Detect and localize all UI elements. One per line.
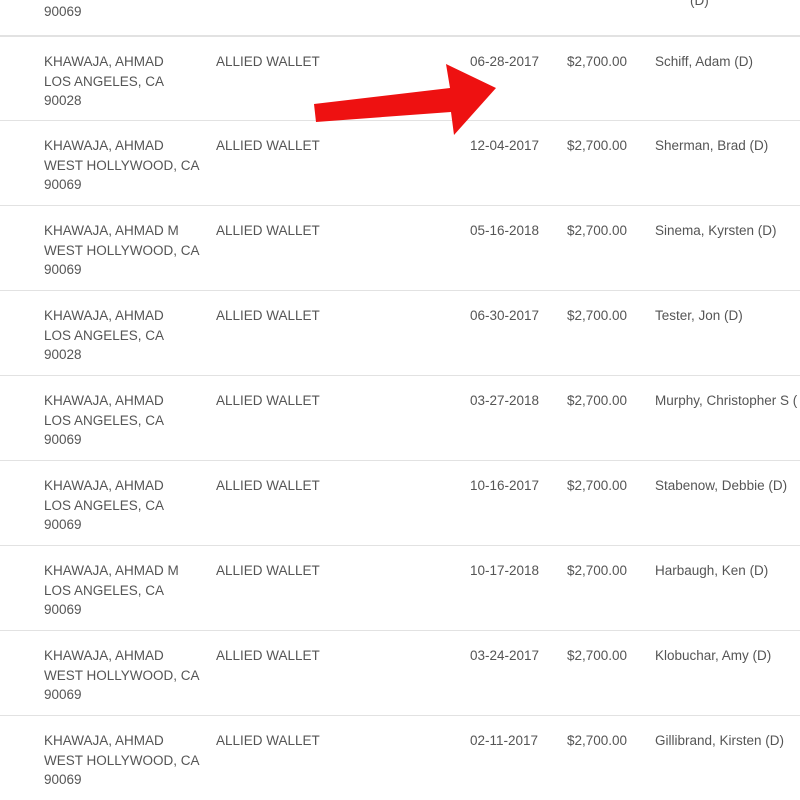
table-row: KHAWAJA, AHMAD LOS ANGELES, CA 90028 ALL… xyxy=(0,291,800,376)
contributor-name: KHAWAJA, AHMAD M xyxy=(44,223,179,238)
recipient-cell[interactable]: Stabenow, Debbie (D) xyxy=(655,476,787,496)
recipient-tail: (D) xyxy=(690,0,709,8)
amount-cell: $2,700.00 xyxy=(567,393,628,408)
contributor-name: KHAWAJA, AHMAD xyxy=(44,393,164,408)
contributor-city: LOS ANGELES, CA xyxy=(44,582,165,598)
contributor-cell: KHAWAJA, AHMAD LOS ANGELES, CA 90069 xyxy=(44,391,164,450)
employer-cell: ALLIED WALLET xyxy=(216,478,320,493)
table-row: KHAWAJA, AHMAD LOS ANGELES, CA 90069 ALL… xyxy=(0,461,800,546)
date-cell: 10-17-2018 xyxy=(470,563,540,578)
contributor-name: KHAWAJA, AHMAD M xyxy=(44,563,179,578)
contributor-cell: KHAWAJA, AHMAD WEST HOLLYWOOD, CA 90069 xyxy=(44,646,200,705)
amount-cell: $2,700.00 xyxy=(567,733,628,748)
date-cell: 03-24-2017 xyxy=(470,648,540,663)
contributor-cell: KHAWAJA, AHMAD WEST HOLLYWOOD, CA 90069 xyxy=(44,731,200,790)
contributor-zip: 90069 xyxy=(44,432,82,447)
recipient-cell[interactable]: Harbaugh, Ken (D) xyxy=(655,561,768,581)
contributor-cell: KHAWAJA, AHMAD M LOS ANGELES, CA 90069 xyxy=(44,561,179,620)
employer-cell: ALLIED WALLET xyxy=(216,223,320,238)
contributor-zip: 90069 xyxy=(44,262,82,277)
employer-cell: ALLIED WALLET xyxy=(216,648,320,663)
contributor-cell: KHAWAJA, AHMAD LOS ANGELES, CA 90028 xyxy=(44,306,164,365)
date-cell: 03-27-2018 xyxy=(470,393,540,408)
contributor-zip: 90028 xyxy=(44,347,82,362)
contributor-name: KHAWAJA, AHMAD xyxy=(44,308,164,323)
amount-cell: $2,700.00 xyxy=(567,648,628,663)
contributions-table: 90069 (D) KHAWAJA, AHMAD LOS ANGELES, CA… xyxy=(0,0,800,800)
amount-cell: $2,700.00 xyxy=(567,308,628,323)
employer-cell: ALLIED WALLET xyxy=(216,563,320,578)
red-arrow-annotation-icon xyxy=(314,64,496,135)
contributor-cell: KHAWAJA, AHMAD WEST HOLLYWOOD, CA 90069 xyxy=(44,136,200,195)
contributor-name: KHAWAJA, AHMAD xyxy=(44,54,164,69)
table-row: KHAWAJA, AHMAD WEST HOLLYWOOD, CA 90069 … xyxy=(0,716,800,800)
contributor-city: WEST HOLLYWOOD, CA xyxy=(44,752,200,768)
table-row: KHAWAJA, AHMAD M LOS ANGELES, CA 90069 A… xyxy=(0,546,800,631)
contributor-name: KHAWAJA, AHMAD xyxy=(44,733,164,748)
contributor-zip: 90069 xyxy=(44,772,82,787)
recipient-cell[interactable]: Sinema, Kyrsten (D) xyxy=(655,221,777,241)
contributor-city: WEST HOLLYWOOD, CA xyxy=(44,667,200,683)
date-cell: 02-11-2017 xyxy=(470,733,539,748)
contributor-zip: 90069 xyxy=(44,687,82,702)
amount-cell: $2,700.00 xyxy=(567,223,628,238)
contributor-city: LOS ANGELES, CA xyxy=(44,497,165,513)
employer-cell: ALLIED WALLET xyxy=(216,308,320,323)
contributor-cell: 90069 xyxy=(44,2,82,22)
arrow-shape xyxy=(314,64,496,135)
amount-cell: $2,700.00 xyxy=(567,478,628,493)
recipient-cell[interactable]: Murphy, Christopher S ( xyxy=(655,391,797,411)
contributor-zip: 90069 xyxy=(44,602,82,617)
recipient-cell[interactable]: Schiff, Adam (D) xyxy=(655,52,753,72)
amount-cell: $2,700.00 xyxy=(567,138,628,153)
contributor-zip: 90069 xyxy=(44,517,82,532)
table-row: KHAWAJA, AHMAD WEST HOLLYWOOD, CA 90069 … xyxy=(0,631,800,716)
contributor-city: WEST HOLLYWOOD, CA xyxy=(44,157,200,173)
contributor-name: KHAWAJA, AHMAD xyxy=(44,478,164,493)
table-row: KHAWAJA, AHMAD LOS ANGELES, CA 90069 ALL… xyxy=(0,376,800,461)
contributor-zip: 90069 xyxy=(44,177,82,192)
employer-cell: ALLIED WALLET xyxy=(216,733,320,748)
date-cell: 10-16-2017 xyxy=(470,478,540,493)
recipient-cell[interactable]: Tester, Jon (D) xyxy=(655,306,743,326)
amount-cell: $2,700.00 xyxy=(567,54,628,69)
contributor-city: LOS ANGELES, CA xyxy=(44,412,165,428)
recipient-cell[interactable]: Sherman, Brad (D) xyxy=(655,136,768,156)
table-row: KHAWAJA, AHMAD M WEST HOLLYWOOD, CA 9006… xyxy=(0,206,800,291)
contributor-name: KHAWAJA, AHMAD xyxy=(44,648,164,663)
recipient-cell[interactable]: Klobuchar, Amy (D) xyxy=(655,646,771,666)
contributor-cell: KHAWAJA, AHMAD M WEST HOLLYWOOD, CA 9006… xyxy=(44,221,200,280)
contributor-city: LOS ANGELES, CA xyxy=(44,327,165,343)
contributor-city: WEST HOLLYWOOD, CA xyxy=(44,242,200,258)
employer-cell: ALLIED WALLET xyxy=(216,393,320,408)
contributor-zip: 90028 xyxy=(44,93,82,108)
contributor-zip: 90069 xyxy=(44,4,82,19)
contributor-name: KHAWAJA, AHMAD xyxy=(44,138,164,153)
contributor-cell: KHAWAJA, AHMAD LOS ANGELES, CA 90028 xyxy=(44,52,164,111)
contributor-city: LOS ANGELES, CA xyxy=(44,73,165,89)
amount-cell: $2,700.00 xyxy=(567,563,628,578)
table-row-partial: 90069 (D) xyxy=(0,0,800,36)
recipient-cell[interactable]: Gillibrand, Kirsten (D) xyxy=(655,731,784,751)
contributor-cell: KHAWAJA, AHMAD LOS ANGELES, CA 90069 xyxy=(44,476,164,535)
date-cell: 05-16-2018 xyxy=(470,223,540,238)
date-cell: 06-30-2017 xyxy=(470,308,540,323)
